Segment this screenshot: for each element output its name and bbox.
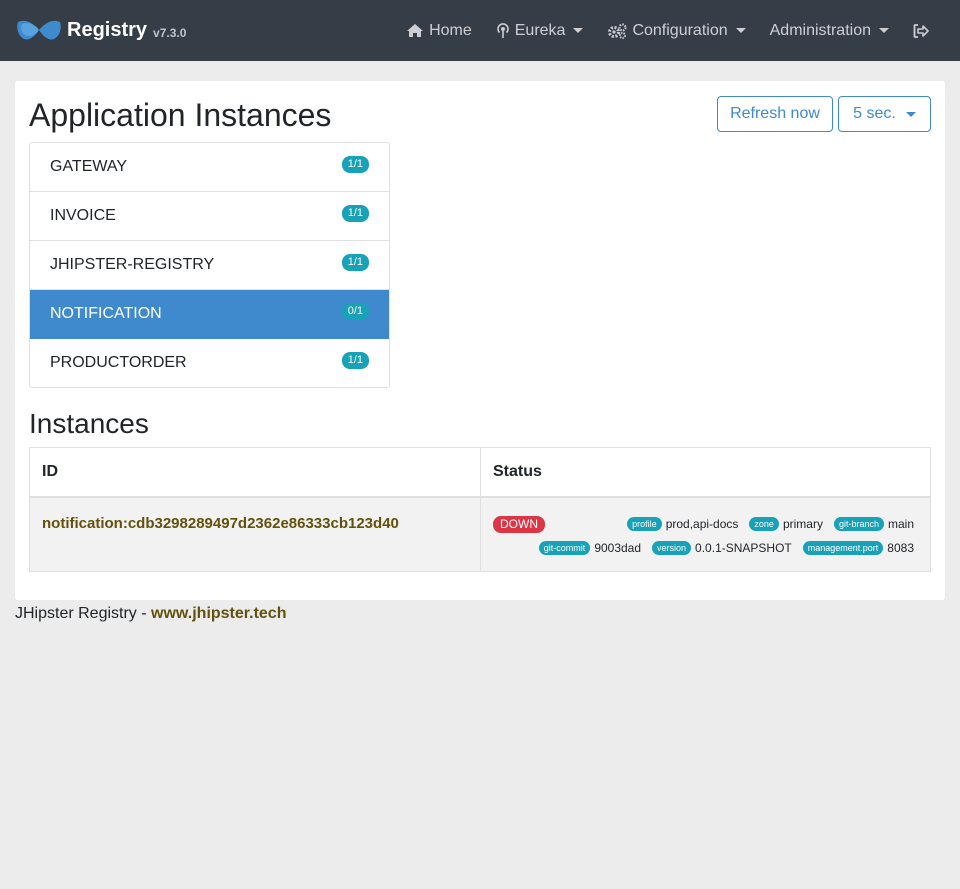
metadata-key-badge: git-branch [833,516,884,531]
instance-count-badge: 1/1 [341,156,369,173]
metadata-line: profile prod,api-docs zone primary git-b… [616,516,914,531]
metadata-value: 9003dad [594,540,642,555]
brand-version: v7.3.0 [153,26,187,40]
refresh-interval-label: 5 sec. [853,105,896,122]
application-name: INVOICE [50,207,116,224]
nav-configuration[interactable]: Configuration [595,0,757,61]
metadata-item: git-branch main [833,516,914,531]
instance-count-badge: 1/1 [341,352,369,369]
metadata-value: prod,api-docs [665,516,739,531]
brand[interactable]: Registry v7.3.0 [16,16,186,44]
metadata-key-badge: management.port [802,540,884,555]
nav-logout[interactable] [901,0,960,61]
column-header-id: ID [29,447,481,498]
metadata-key-badge: zone [749,516,779,531]
chevron-down-icon [905,111,916,117]
metadata-key-badge: profile [627,516,662,531]
refresh-button[interactable]: Refresh now [717,96,833,132]
nav-administration-label: Administration [769,21,871,39]
metadata-key-badge: version [652,540,692,555]
metadata-item: git-commit 9003dad [538,540,642,555]
application-item-invoice[interactable]: INVOICE 1/1 [30,192,389,241]
metadata-item: zone primary [749,516,823,531]
nav-eureka-label: Eureka [514,21,566,39]
table-row: notification:cdb3298289497d2362e86333cb1… [29,496,931,572]
application-name: GATEWAY [50,158,128,175]
column-header-status: Status [480,447,931,498]
footer-text: JHipster Registry - [15,605,152,622]
chevron-down-icon [573,28,584,33]
metadata-key-badge: git-commit [538,540,591,555]
jhipster-logo-icon [17,20,61,40]
instances-heading: Instances [29,408,149,439]
footer-link[interactable]: www.jhipster.tech [151,605,286,622]
instance-id-cell: notification:cdb3298289497d2362e86333cb1… [29,496,481,572]
instance-count-badge: 1/1 [341,205,369,222]
application-item-productorder[interactable]: PRODUCTORDER 1/1 [30,339,389,387]
nav-home[interactable]: Home [394,0,484,61]
instance-count-badge: 1/1 [341,254,369,271]
broadcast-icon [496,22,509,38]
page-title: Application Instances [29,97,332,133]
metadata-value: 8083 [887,540,914,555]
brand-name: Registry [67,18,148,41]
nav-administration[interactable]: Administration [758,0,901,61]
instance-count-badge: 0/1 [341,303,369,320]
instance-id-link[interactable]: notification:cdb3298289497d2362e86333cb1… [42,515,399,532]
application-item-gateway[interactable]: GATEWAY 1/1 [30,143,389,192]
nav-home-label: Home [429,21,472,39]
application-name: JHIPSTER-REGISTRY [50,256,215,273]
refresh-interval-dropdown[interactable]: 5 sec. [838,96,931,132]
metadata-value: 0.0.1-SNAPSHOT [695,540,792,555]
application-name: PRODUCTORDER [50,354,187,371]
metadata-value: main [887,516,914,531]
nav-eureka[interactable]: Eureka [484,0,596,61]
metadata-value: primary [782,516,823,531]
application-item-jhipster-registry[interactable]: JHIPSTER-REGISTRY 1/1 [30,241,389,290]
nav-menu: Home Eureka Configuration Administration [394,0,960,61]
metadata-item: management.port 8083 [802,540,914,555]
instance-status-cell: DOWN profile prod,api-docs zone primary … [480,496,931,572]
nav-configuration-label: Configuration [632,21,728,39]
application-list: GATEWAY 1/1 INVOICE 1/1 JHIPSTER-REGISTR… [29,142,390,388]
chevron-down-icon [735,28,746,33]
status-badge: DOWN [493,515,545,533]
metadata-item: version 0.0.1-SNAPSHOT [652,540,792,555]
instances-table: ID Status notification:cdb3298289497d236… [29,447,931,572]
chevron-down-icon [879,28,889,33]
footer: JHipster Registry - www.jhipster.tech [15,605,286,623]
application-name: NOTIFICATION [50,305,162,322]
home-icon [407,24,424,37]
cogs-icon [608,22,628,39]
metadata-item: profile prod,api-docs [627,516,739,531]
application-item-notification[interactable]: NOTIFICATION 0/1 [30,290,389,339]
metadata-line: git-commit 9003dad version 0.0.1-SNAPSHO… [528,540,914,555]
instances-card: Application Instances Refresh now 5 sec.… [15,81,945,600]
sign-out-icon [913,23,929,38]
navbar: Registry v7.3.0 Home Eureka Configuratio… [0,0,960,61]
